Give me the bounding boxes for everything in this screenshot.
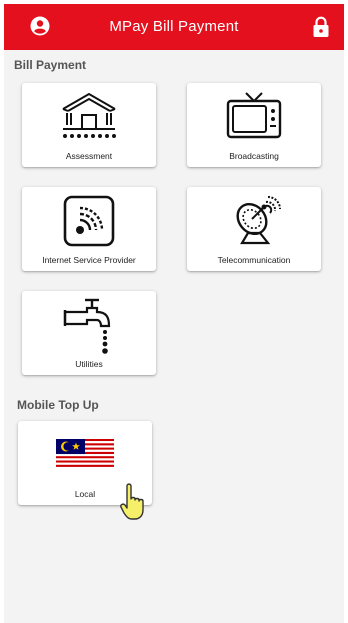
broadcasting-tile[interactable]: Broadcasting: [187, 83, 321, 167]
house-icon: [62, 92, 116, 138]
mobile-top-up-heading: Mobile Top Up: [17, 398, 99, 412]
malaysia-flag-icon: [56, 439, 114, 469]
tv-icon: [226, 92, 282, 139]
hand-pointer-icon: [120, 483, 144, 520]
tile-label: Assessment: [65, 151, 113, 161]
water-tap-icon: [63, 298, 111, 354]
tile-label: Internet Service Provider: [42, 255, 136, 265]
lock-icon[interactable]: [312, 16, 330, 38]
bill-payment-heading: Bill Payment: [14, 58, 87, 72]
utilities-tile[interactable]: Utilities: [22, 291, 156, 375]
satellite-dish-icon: [236, 196, 281, 245]
internet-service-provider-tile[interactable]: Internet Service Provider: [22, 187, 156, 271]
assessment-tile[interactable]: Assessment: [22, 83, 156, 167]
tile-label: Broadcasting: [229, 151, 279, 161]
tile-label: Telecommunication: [217, 255, 291, 265]
page-title: MPay Bill Payment: [109, 18, 239, 35]
app-bar: MPay Bill Payment: [4, 4, 344, 50]
wifi-signal-icon: [63, 195, 115, 247]
tile-label: Utilities: [75, 359, 103, 369]
telecommunication-tile[interactable]: Telecommunication: [187, 187, 321, 271]
